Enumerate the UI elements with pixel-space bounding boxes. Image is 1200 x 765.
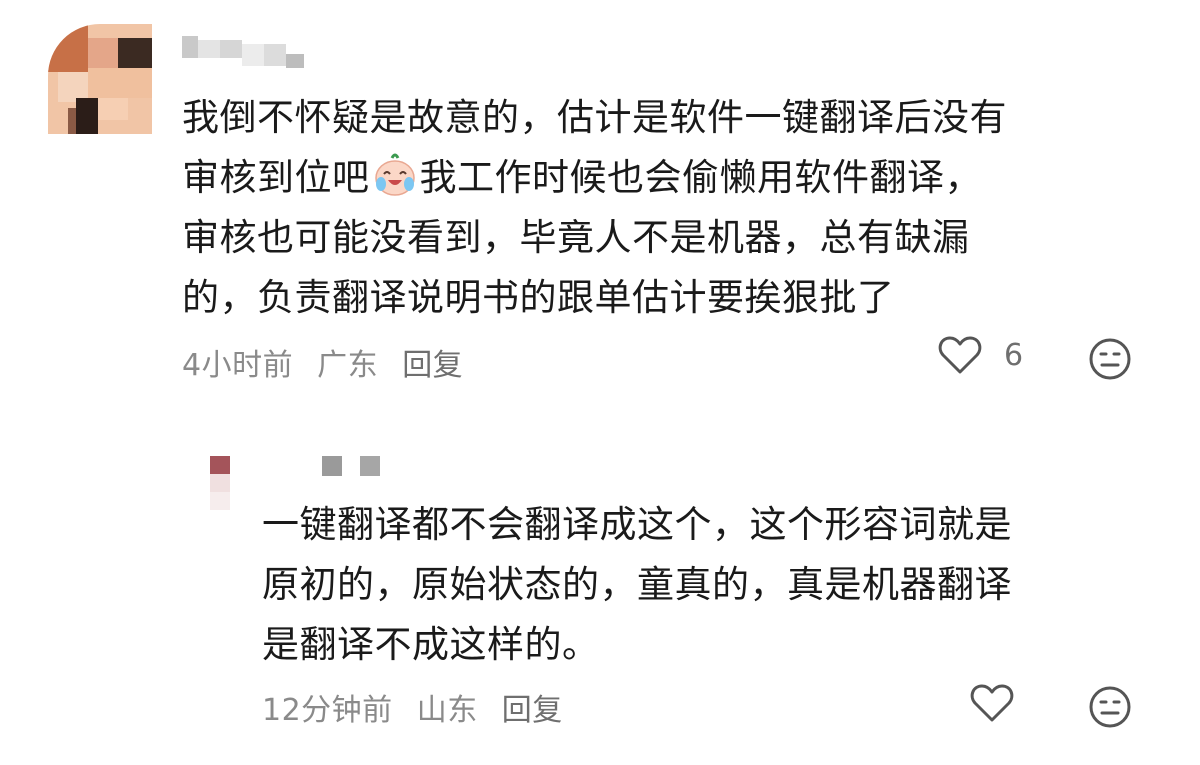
- comment-text-line: 审核也可能没看到，毕竟人不是机器，总有缺漏: [182, 216, 970, 259]
- username[interactable]: [182, 36, 312, 76]
- comment-text-line: 审核到位吧 我工作时候也会偷懒用软件翻译，: [182, 148, 1007, 208]
- reply-button[interactable]: 回复: [502, 693, 563, 728]
- comment-meta: 4小时前 广东 回复: [182, 340, 477, 384]
- comment-time: 12分钟前: [262, 693, 393, 728]
- comment-text: 一键翻译都不会翻译成这个，这个形容词就是 原初的，原始状态的，童真的，真是机器翻…: [262, 495, 1012, 675]
- comment-location: 广东: [317, 348, 379, 383]
- like-button[interactable]: 6: [938, 335, 1023, 375]
- like-button[interactable]: [970, 683, 1014, 723]
- neutral-face-icon[interactable]: [1088, 685, 1132, 729]
- comment: 我倒不怀疑是故意的，估计是软件一键翻译后没有 审核到位吧 我工作时候也会偷懒用软…: [0, 0, 1200, 400]
- comment-text-line: 是翻译不成这样的。: [262, 623, 600, 666]
- avatar[interactable]: [48, 24, 152, 134]
- comment-text-line: 原初的，原始状态的，童真的，真是机器翻译: [262, 563, 1012, 606]
- username[interactable]: [322, 456, 382, 478]
- heart-outline-icon[interactable]: [970, 683, 1014, 723]
- comment-location: 山东: [416, 693, 478, 728]
- comment-text-line: 我倒不怀疑是故意的，估计是软件一键翻译后没有: [182, 96, 1007, 139]
- comment-text: 我倒不怀疑是故意的，估计是软件一键翻译后没有 审核到位吧 我工作时候也会偷懒用软…: [182, 88, 1007, 328]
- crying-laughing-emoji-icon: [374, 153, 415, 196]
- comment-text-line: 的，负责翻译说明书的跟单估计要挨狠批了: [182, 276, 895, 319]
- like-count: 6: [1004, 337, 1024, 373]
- comment-meta: 12分钟前 山东 回复: [262, 685, 577, 729]
- heart-outline-icon[interactable]: [938, 335, 982, 375]
- avatar[interactable]: [210, 456, 230, 512]
- comment-text-line: 一键翻译都不会翻译成这个，这个形容词就是: [262, 503, 1012, 546]
- comment-time: 4小时前: [182, 348, 294, 383]
- reply-comment: 一键翻译都不会翻译成这个，这个形容词就是 原初的，原始状态的，童真的，真是机器翻…: [0, 440, 1200, 765]
- neutral-face-icon[interactable]: [1088, 337, 1132, 381]
- reply-button[interactable]: 回复: [402, 348, 463, 383]
